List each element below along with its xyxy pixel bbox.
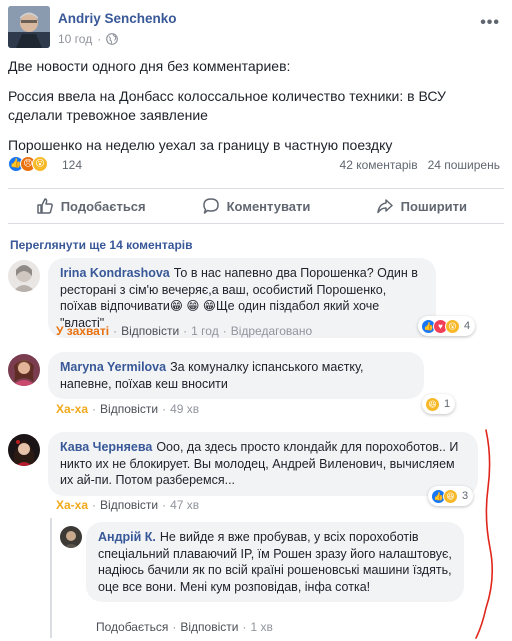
reaction-count: 1 [444,398,451,410]
thumbs-up-icon [36,198,53,214]
red-annotation-stroke [475,429,494,639]
reply-link[interactable]: Відповісти [100,402,158,416]
share-button[interactable]: Поширити [339,189,504,223]
comment-time[interactable]: 47 хв [170,498,199,512]
reply-comment-item: Андрій К. Не вийде я вже пробував, у всіх… [60,522,480,638]
comment-item: Кава Черняева Ооо, да здесь просто клонда… [8,432,504,514]
reaction-icons[interactable]: 👍 😠 😮 [8,156,48,172]
separator-dot: · [172,620,177,634]
reaction-count: 4 [464,320,471,332]
comment-reactions-badge[interactable]: 👍 😆 3 [428,486,474,506]
comment-reactions-badge[interactable]: 👍 ♥ 😮 4 [418,316,476,336]
post-body: Две новости одного дня без комментариев:… [8,57,504,166]
comment-item: Maryna Yermilova За комуналку іспанського… [8,352,504,422]
comment-actions: У захваті · Відповісти · 1 год · Відредаговано [56,324,312,338]
commenter-name[interactable]: Андрій К. [98,530,156,544]
separator-dot: · [97,32,102,46]
shares-count[interactable]: 24 поширень [428,158,500,172]
reaction-label[interactable]: У захваті [56,324,109,338]
author-avatar[interactable] [8,6,50,48]
reply-link[interactable]: Відповісти [180,620,238,634]
post-stats: 42 коментарів 24 поширень [340,158,500,172]
reaction-count[interactable]: 124 [62,158,82,172]
globe-icon [106,33,119,45]
author-name[interactable]: Andriy Senchenko [58,11,177,26]
wow-reaction-icon: 😮 [445,318,460,334]
haha-reaction-icon: 😆 [443,488,458,504]
comment-actions: Ха-ха · Відповісти · 47 хв [56,498,199,512]
comments-count[interactable]: 42 коментарів [340,158,418,172]
separator-dot: · [183,324,188,338]
wow-reaction-icon: 😮 [32,156,48,172]
comment-bubble: Кава Черняева Ооо, да здесь просто клонда… [48,432,478,496]
commenter-avatar[interactable] [60,526,82,548]
comment-item: Irina Kondrashova То в нас напевно два По… [8,258,504,342]
like-button[interactable]: Подобається [8,189,173,223]
view-more-comments-link[interactable]: Переглянути ще 14 коментарів [10,238,193,252]
separator-dot: · [222,324,227,338]
comment-button[interactable]: Коментувати [173,189,338,223]
comment-bubble: Андрій К. Не вийде я вже пробував, у всіх… [86,522,464,602]
comment-time[interactable]: 49 хв [170,402,199,416]
comment-actions: Подобається · Відповісти · 1 хв [96,620,273,634]
separator-dot: · [113,324,118,338]
reactions-summary: 👍 😠 😮 124 42 коментарів 24 поширень [8,156,504,176]
haha-reaction-icon: 😆 [425,396,440,412]
post-line: Две новости одного дня без комментариев: [8,58,291,74]
comment-bubble-icon [202,198,219,214]
reaction-count: 3 [462,490,469,502]
separator-dot: · [92,402,97,416]
separator-dot: · [92,498,97,512]
like-link[interactable]: Подобається [96,620,168,634]
commenter-name[interactable]: Кава Черняева [60,440,152,454]
reply-thread-line [50,518,52,638]
edited-label[interactable]: Відредаговано [231,324,312,338]
comment-label: Коментувати [226,198,311,214]
post-line: Россия ввела на Донбасс колоссальное кол… [8,88,446,123]
post-header: Andriy Senchenko 10 год · ••• [8,6,504,50]
share-arrow-icon [376,199,393,214]
post-meta: 10 год · [58,32,119,46]
reaction-label[interactable]: Ха-ха [56,402,88,416]
commenter-name[interactable]: Maryna Yermilova [60,360,166,374]
like-label: Подобається [60,198,146,214]
reply-link[interactable]: Відповісти [121,324,179,338]
comment-actions: Ха-ха · Відповісти · 49 хв [56,402,199,416]
commenter-avatar[interactable] [8,434,40,466]
commenter-name[interactable]: Irina Kondrashova [60,266,170,280]
separator-dot: · [242,620,247,634]
separator-dot: · [162,498,167,512]
comment-bubble: Maryna Yermilova За комуналку іспанського… [48,352,424,399]
post-time[interactable]: 10 год [58,32,92,46]
commenter-avatar[interactable] [8,354,40,386]
comment-reactions-badge[interactable]: 😆 1 [422,394,456,414]
more-options-icon[interactable]: ••• [480,14,500,32]
post-line: Порошенко на неделю уехал за границу в ч… [8,137,393,153]
reply-link[interactable]: Відповісти [100,498,158,512]
reaction-label[interactable]: Ха-ха [56,498,88,512]
commenter-avatar[interactable] [8,260,40,292]
share-label: Поширити [400,198,468,214]
separator-dot: · [162,402,167,416]
comment-time[interactable]: 1 хв [250,620,272,634]
post-action-bar: Подобається Коментувати Поширити [8,188,504,224]
comment-time[interactable]: 1 год [191,324,219,338]
